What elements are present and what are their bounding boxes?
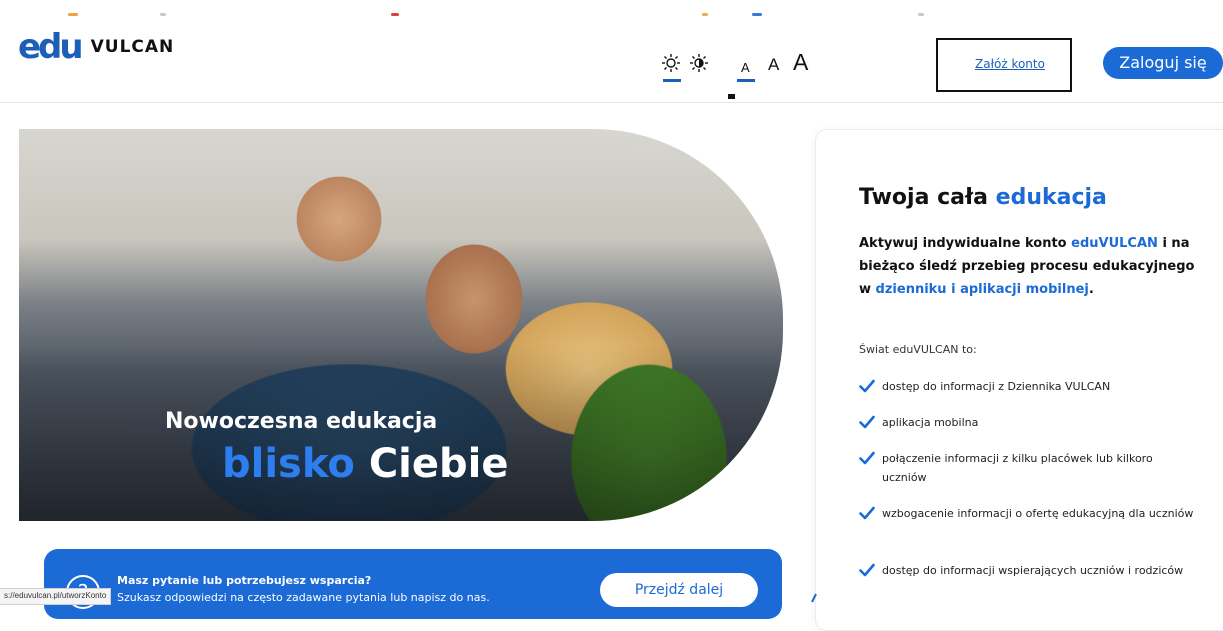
contrast-active-indicator bbox=[663, 79, 681, 82]
check-icon bbox=[859, 379, 875, 393]
feature-item: wzbogacenie informacji o ofertę edukacyj… bbox=[859, 504, 1199, 523]
decorative-chevron-icon bbox=[811, 593, 817, 603]
check-icon bbox=[859, 506, 875, 520]
feature-item: dostęp do informacji wspierających uczni… bbox=[859, 561, 1199, 580]
feature-text: dostęp do informacji z Dziennika VULCAN bbox=[882, 380, 1111, 393]
check-icon bbox=[859, 451, 875, 465]
support-banner: ? Masz pytanie lub potrzebujesz wsparcia… bbox=[44, 549, 782, 619]
support-subtitle: Szukasz odpowiedzi na często zadawane py… bbox=[117, 591, 490, 604]
register-link[interactable]: Załóż konto bbox=[975, 57, 1045, 71]
browser-status-url: s://eduvulcan.pl/utworzKonto bbox=[0, 588, 112, 605]
feature-text: aplikacja mobilna bbox=[882, 416, 979, 429]
info-card: Twoja cała edukacja Aktywuj indywidualne… bbox=[815, 129, 1223, 631]
contrast-switcher bbox=[661, 53, 709, 73]
font-size-medium-button[interactable]: A bbox=[768, 55, 779, 75]
font-size-large-button[interactable]: A bbox=[793, 49, 808, 76]
feature-text: połączenie informacji z kilku placówek l… bbox=[882, 452, 1153, 484]
card-title-highlight: edukacja bbox=[995, 185, 1107, 210]
browser-top-strip bbox=[0, 0, 1223, 22]
card-title-plain: Twoja cała bbox=[859, 185, 988, 210]
intro-end: . bbox=[1088, 282, 1094, 297]
check-icon bbox=[859, 415, 875, 429]
support-go-button[interactable]: Przejdź dalej bbox=[600, 573, 758, 607]
intro-brand: eduVULCAN bbox=[1071, 236, 1158, 251]
feature-item: połączenie informacji z kilku placówek l… bbox=[859, 449, 1199, 487]
check-icon bbox=[859, 563, 875, 577]
support-title: Masz pytanie lub potrzebujesz wsparcia? bbox=[117, 574, 372, 587]
eduvulcan-logo[interactable]: edu VULCAN bbox=[18, 30, 174, 64]
feature-text: dostęp do informacji wspierających uczni… bbox=[882, 564, 1184, 577]
intro-highlight: dzienniku i aplikacji mobilnej bbox=[875, 282, 1089, 297]
font-size-active-indicator bbox=[737, 79, 755, 82]
feature-text: wzbogacenie informacji o ofertę edukacyj… bbox=[882, 507, 1194, 520]
hero-headline: Nowoczesna edukacja bbox=[165, 409, 438, 434]
logo-text: VULCAN bbox=[90, 37, 175, 57]
feature-item: aplikacja mobilna bbox=[859, 413, 1199, 432]
logo-mark: edu bbox=[18, 27, 84, 67]
feature-item: dostęp do informacji z Dziennika VULCAN bbox=[859, 377, 1199, 396]
hero-banner: Nowoczesna edukacja blisko Ciebie bbox=[19, 129, 783, 521]
hero-highlight-word: blisko bbox=[222, 441, 355, 487]
features-heading: Świat eduVULCAN to: bbox=[859, 343, 977, 356]
text-caret bbox=[728, 94, 735, 99]
login-button[interactable]: Zaloguj się bbox=[1103, 47, 1223, 79]
high-contrast-icon[interactable] bbox=[689, 53, 709, 73]
hero-word: Ciebie bbox=[368, 441, 509, 487]
card-title: Twoja cała edukacja bbox=[859, 185, 1107, 210]
light-mode-icon[interactable] bbox=[661, 53, 681, 73]
font-size-small-button[interactable]: A bbox=[741, 60, 750, 75]
intro-text-1: Aktywuj indywidualne konto bbox=[859, 236, 1067, 251]
card-intro: Aktywuj indywidualne konto eduVULCAN i n… bbox=[859, 232, 1209, 301]
hero-subheadline: blisko Ciebie bbox=[222, 441, 508, 487]
